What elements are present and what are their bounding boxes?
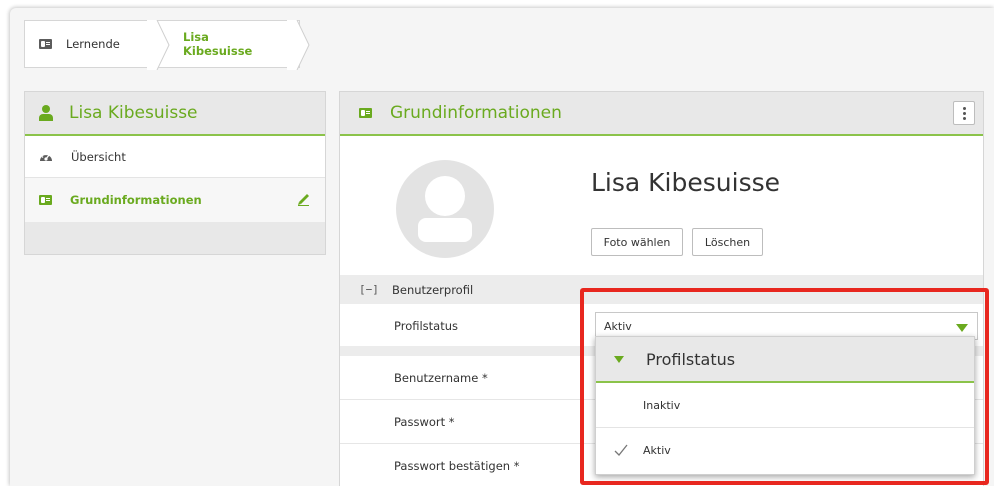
sidebar-item-grundinformationen[interactable]: Grundinformationen xyxy=(25,178,325,222)
contact-card-icon xyxy=(359,108,372,118)
dropdown-header[interactable]: Profilstatus xyxy=(596,337,974,383)
profile-status-dropdown: Profilstatus Inaktiv Aktiv xyxy=(595,336,975,475)
chevron-down-icon xyxy=(956,324,968,332)
pencil-icon[interactable] xyxy=(297,192,311,206)
page-title: Grundinformationen xyxy=(390,103,562,123)
checkmark-icon xyxy=(614,444,628,456)
sidebar-header: Lisa Kibesuisse xyxy=(25,92,325,136)
breadcrumb-item-lernende[interactable]: Lernende xyxy=(25,20,170,70)
option-label: Aktiv xyxy=(643,444,671,457)
delete-photo-button[interactable]: Löschen xyxy=(692,228,763,256)
breadcrumb-label: Lernende xyxy=(66,37,120,51)
more-menu-button[interactable] xyxy=(953,101,975,125)
field-label: Passwort * xyxy=(394,414,455,429)
sidebar-item-uebersicht[interactable]: Übersicht xyxy=(25,136,325,178)
breadcrumb-label: Lisa Kibesuisse xyxy=(183,30,253,58)
contact-card-icon xyxy=(39,39,52,49)
vertical-dots-icon xyxy=(962,106,966,110)
section-title: Benutzerprofil xyxy=(392,282,474,297)
sidebar-item-label: Übersicht xyxy=(71,149,126,164)
field-label: Passwort bestätigen * xyxy=(394,458,520,473)
option-label: Inaktiv xyxy=(643,398,681,412)
profile-name: Lisa Kibesuisse xyxy=(591,168,781,197)
dropdown-title: Profilstatus xyxy=(646,349,736,369)
sidebar-item-label: Grundinformationen xyxy=(70,193,202,207)
select-value: Aktiv xyxy=(604,319,632,333)
dropdown-option-inaktiv[interactable]: Inaktiv xyxy=(596,383,974,428)
dropdown-option-aktiv[interactable]: Aktiv xyxy=(596,428,974,473)
breadcrumb-item-current[interactable]: Lisa Kibesuisse xyxy=(159,20,310,70)
choose-photo-button[interactable]: Foto wählen xyxy=(591,228,683,256)
field-label: Benutzername * xyxy=(394,370,488,385)
breadcrumb: Lernende Lisa Kibesuisse xyxy=(24,20,310,70)
contact-card-icon xyxy=(39,195,52,205)
section-header-benutzerprofil[interactable]: [−] Benutzerprofil xyxy=(340,275,983,304)
sidebar-panel: Lisa Kibesuisse Übersicht Grundinformati… xyxy=(24,91,326,255)
avatar-placeholder-icon xyxy=(396,160,494,258)
breadcrumb-separator-icon xyxy=(287,20,310,70)
field-label: Profilstatus xyxy=(394,318,459,333)
chevron-down-icon xyxy=(614,355,624,363)
main-header: Grundinformationen xyxy=(340,92,983,136)
person-icon xyxy=(39,105,53,121)
dashboard-gauge-icon xyxy=(40,153,52,161)
collapse-icon[interactable]: [−] xyxy=(359,284,379,295)
sidebar-title: Lisa Kibesuisse xyxy=(69,103,198,123)
breadcrumb-separator-icon xyxy=(147,20,170,70)
